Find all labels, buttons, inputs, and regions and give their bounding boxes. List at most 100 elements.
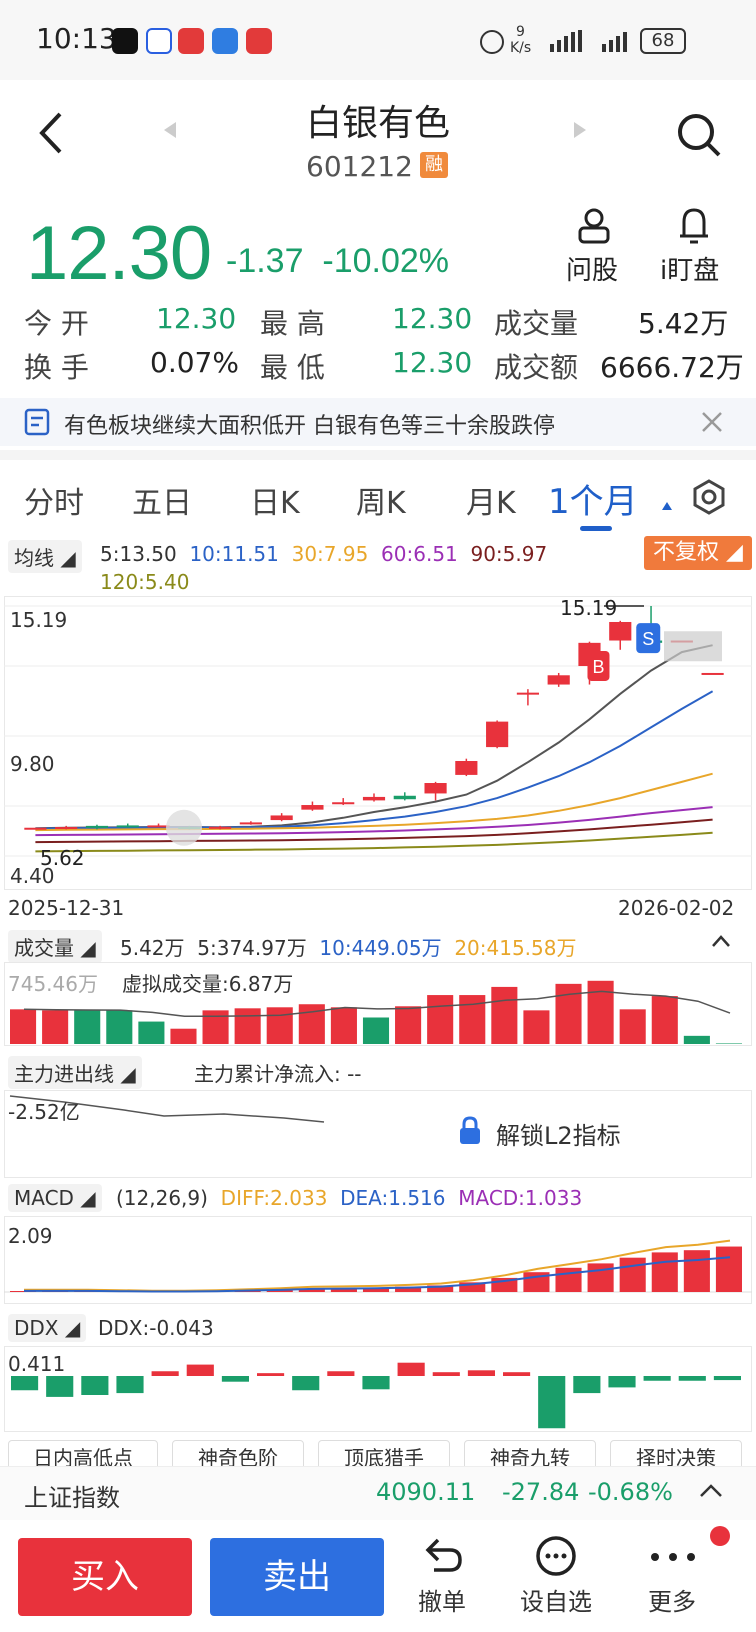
chip-color-scale[interactable]: 神奇色阶 <box>172 1440 304 1466</box>
nav-add-watchlist[interactable]: 设自选 <box>506 1582 606 1617</box>
ddx-bar <box>432 1372 460 1376</box>
ask-stock-label[interactable]: 问股 <box>566 250 618 287</box>
change-value: -1.37 <box>226 242 304 280</box>
ma-button[interactable]: 均线 ◢ <box>8 540 82 573</box>
candle-body <box>424 783 447 794</box>
tab-monthly-k[interactable]: 月K <box>466 478 516 522</box>
chip-top-bottom[interactable]: 顶底猎手 <box>318 1440 450 1466</box>
person-icon[interactable] <box>566 206 622 246</box>
macd-chart[interactable] <box>4 1216 752 1304</box>
ddx-bar <box>221 1376 249 1382</box>
macd-button[interactable]: MACD ◢ <box>8 1184 102 1212</box>
watch-label[interactable]: i盯盘 <box>660 250 719 287</box>
divider <box>0 450 756 460</box>
ddx-bar <box>81 1376 109 1395</box>
add-watchlist-icon[interactable] <box>534 1534 578 1578</box>
kline-y-mid: 9.80 <box>10 752 55 776</box>
tab-weekly-k[interactable]: 周K <box>356 478 406 522</box>
mainflow-button[interactable]: 主力进出线 ◢ <box>8 1056 142 1089</box>
candle-body <box>24 827 47 830</box>
chip-nine-turns[interactable]: 神奇九转 <box>464 1440 596 1466</box>
volume-bar <box>234 1008 261 1044</box>
ddx-button-label: DDX <box>14 1316 59 1340</box>
volume-bar <box>202 1010 229 1044</box>
bell-icon[interactable] <box>674 206 714 246</box>
macd-dea: DEA:1.516 <box>340 1186 446 1210</box>
volume-button[interactable]: 成交量 ◢ <box>8 930 102 963</box>
status-time: 10:13 <box>36 22 117 55</box>
candle-body <box>516 692 539 695</box>
kline-low-mark: 5.62 <box>40 846 85 870</box>
candle-body <box>547 675 570 685</box>
expand-icon[interactable] <box>698 1482 724 1500</box>
volume-bar <box>362 1017 390 1044</box>
candle-body <box>701 672 724 675</box>
ddx-button[interactable]: DDX ◢ <box>8 1314 87 1342</box>
quote-row-1: 今 开 <box>24 302 89 342</box>
date-end: 2026-02-02 <box>618 896 735 920</box>
kline-y-top: 15.19 <box>10 608 68 632</box>
chip-timing[interactable]: 择时决策 <box>610 1440 742 1466</box>
macd-bar <box>651 1252 678 1292</box>
ddx-bar <box>327 1371 355 1376</box>
net-speed: 9 <box>516 24 525 40</box>
macd-value: MACD:1.033 <box>458 1186 583 1210</box>
nav-cancel-order[interactable]: 撤单 <box>392 1582 492 1617</box>
tab-dropdown-icon[interactable] <box>662 502 672 510</box>
close-icon[interactable] <box>700 410 724 434</box>
tab-five-day[interactable]: 五日 <box>132 478 192 522</box>
tab-one-month[interactable]: 1个月 <box>548 474 638 523</box>
ma-button-label: 均线 <box>14 546 54 570</box>
macd-bar <box>619 1257 646 1292</box>
tab-intraday[interactable]: 分时 <box>24 478 84 522</box>
collapse-icon[interactable] <box>710 932 732 950</box>
chip-intraday-highlow[interactable]: 日内高低点 <box>8 1440 158 1466</box>
current-bar-overlay <box>664 631 722 662</box>
ma120-value: 120:5.40 <box>100 570 190 594</box>
buy-button[interactable]: 买入 <box>18 1538 192 1616</box>
volume-bar <box>138 1021 165 1044</box>
ddx-bar <box>397 1362 425 1376</box>
margin-badge: 融 <box>420 152 448 178</box>
app-icon-blue <box>212 28 238 54</box>
unlock-l2[interactable]: 解锁L2指标 <box>496 1116 621 1151</box>
candle-body <box>209 826 232 829</box>
volume-chart[interactable] <box>4 962 752 1046</box>
volume-bar <box>106 1010 133 1044</box>
search-icon[interactable] <box>676 112 722 158</box>
volume-legend: 5.42万 5:374.97万 10:449.05万 20:415.58万 <box>120 932 576 961</box>
undo-icon[interactable] <box>420 1536 464 1576</box>
sell-button[interactable]: 卖出 <box>210 1538 384 1616</box>
macd-bar <box>683 1250 710 1292</box>
kline-chart[interactable]: BS <box>4 596 752 890</box>
ddx-chart[interactable] <box>4 1346 752 1432</box>
lock-icon <box>458 1116 482 1146</box>
date-start: 2025-12-31 <box>8 896 125 920</box>
candle-body <box>393 795 416 800</box>
net-unit: K/s <box>510 40 532 56</box>
ma-line-10 <box>35 690 714 830</box>
nav-more[interactable]: 更多 <box>622 1582 722 1617</box>
ma60-value: 60:6.51 <box>381 542 458 566</box>
ddx-bar <box>467 1370 495 1376</box>
low-marker <box>166 809 202 846</box>
settings-icon[interactable] <box>690 478 728 516</box>
candle-body <box>239 822 262 825</box>
baidu-icon <box>146 28 172 54</box>
high-label: 最 高 <box>260 307 325 340</box>
tab-daily-k[interactable]: 日K <box>250 478 300 522</box>
volume-bar <box>619 1009 646 1044</box>
kline-high-mark: 15.19 <box>560 596 618 620</box>
tiktok-icon <box>112 28 138 54</box>
news-text[interactable]: 有色板块继续大面积低开 白银有色等三十余股跌停 <box>64 408 555 440</box>
volume-bar <box>491 986 518 1044</box>
adjust-button[interactable]: 不复权 ◢ <box>644 536 752 570</box>
macd-button-label: MACD <box>14 1186 74 1210</box>
more-icon[interactable] <box>648 1548 698 1561</box>
notification-dot <box>710 1526 730 1546</box>
volume-ma20: 20:415.58万 <box>454 936 577 960</box>
volume-bar <box>459 995 486 1044</box>
volume-bar <box>523 1010 550 1044</box>
volume-bar <box>266 1007 293 1044</box>
volume-button-label: 成交量 <box>14 936 74 960</box>
